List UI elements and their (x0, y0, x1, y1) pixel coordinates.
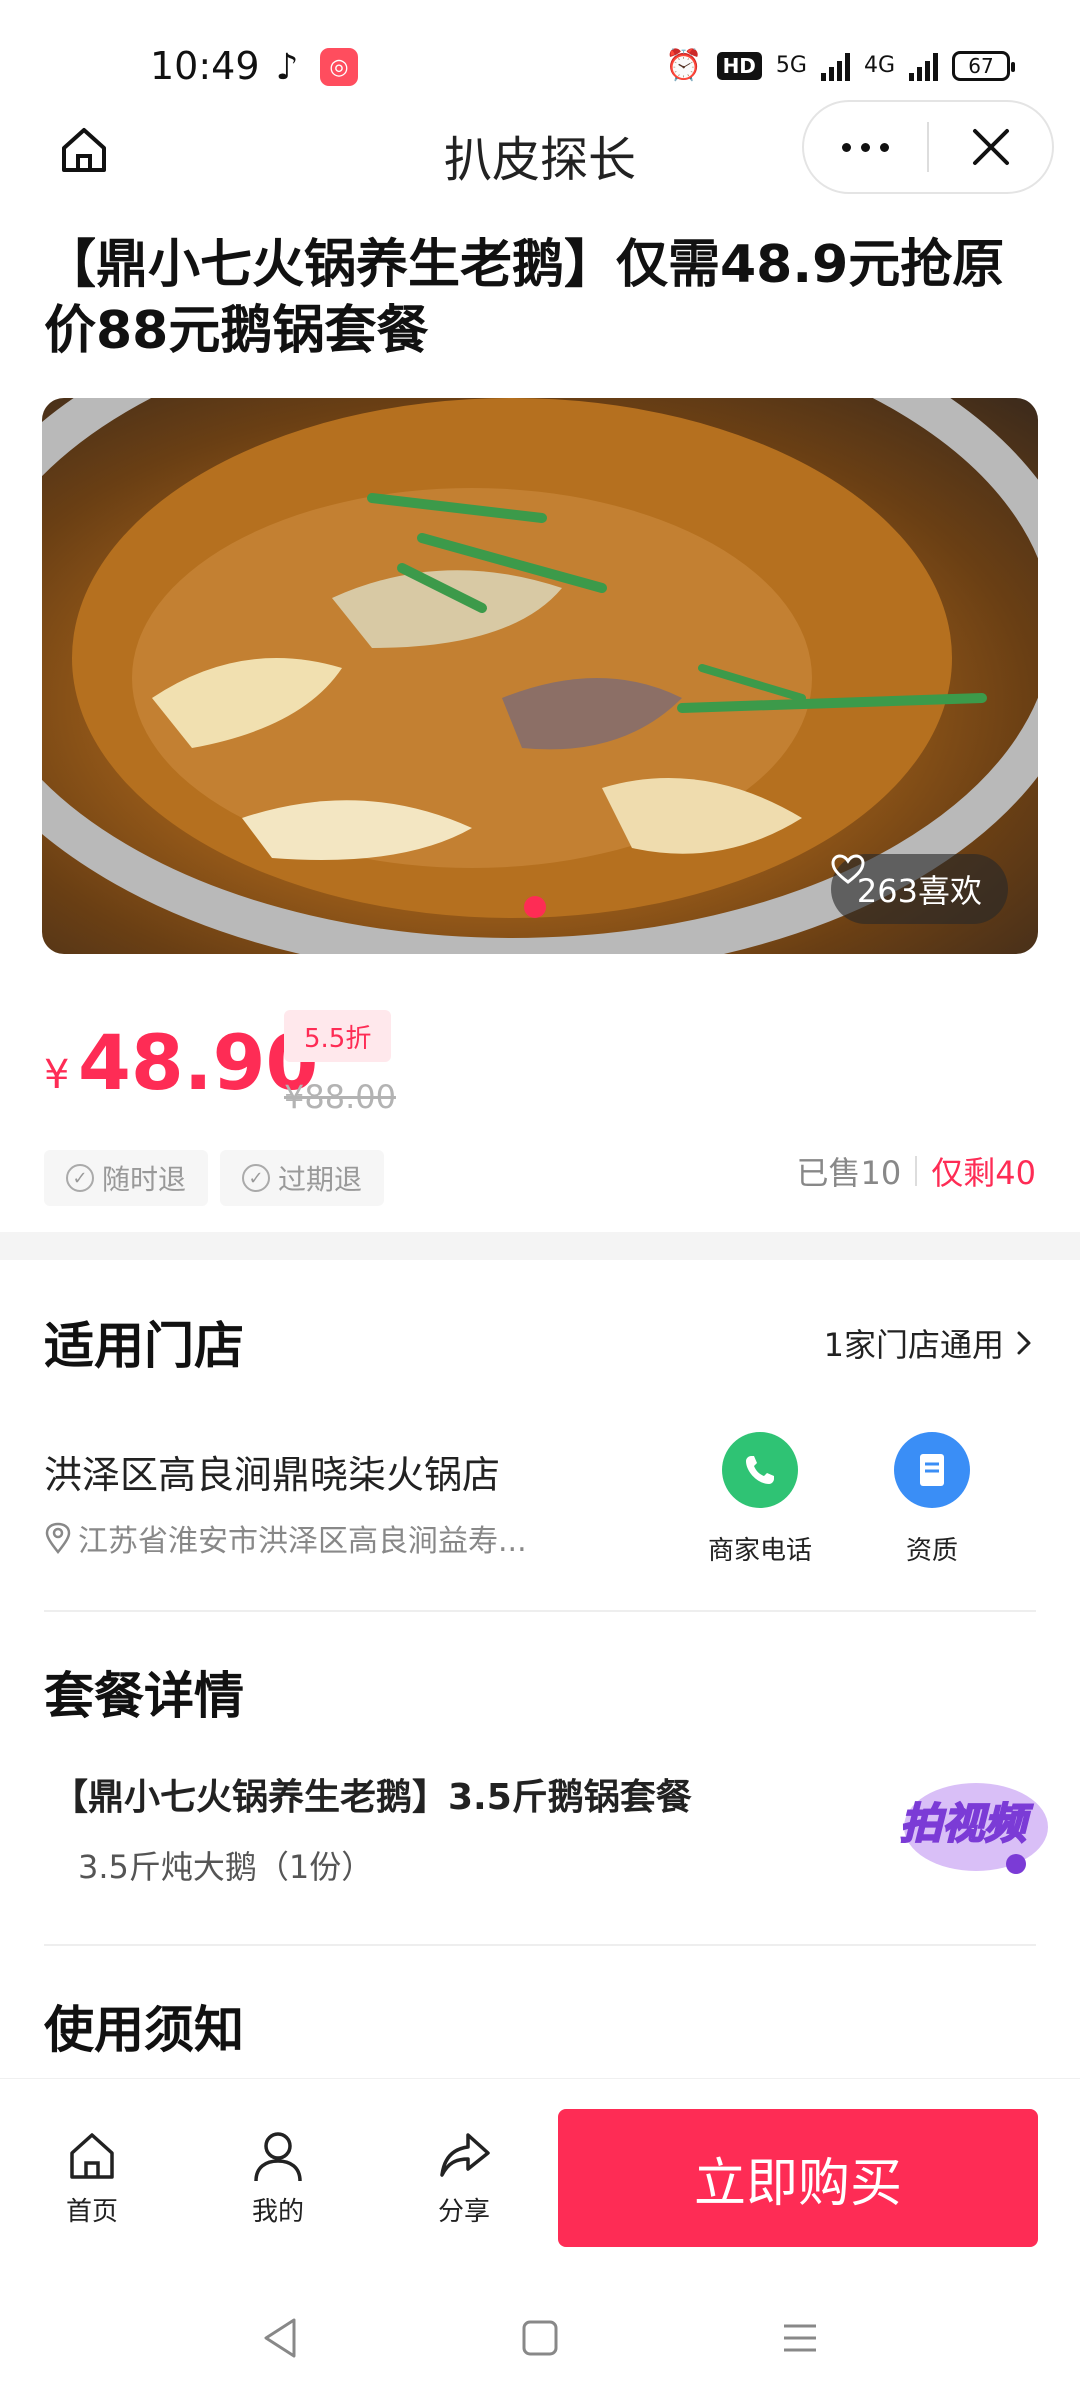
license-label: 资质 (905, 1536, 958, 1566)
package-name: 【鼎小七火锅养生老鹅】3.5斤鹅锅套餐 (52, 1777, 692, 1818)
mini-app-nav-bar: 扒皮探长 (0, 100, 1080, 200)
store-name[interactable]: 洪泽区高良涧鼎晓柒火锅店 (44, 1444, 500, 1499)
sales-divider (915, 1156, 918, 1186)
merchant-phone-button[interactable]: 商家电话 (670, 1432, 850, 1567)
signal-icon (820, 51, 850, 81)
check-circle-icon: ✓ (66, 1164, 94, 1192)
product-title: 【鼎小七火锅养生老鹅】仅需48.9元抢原价88元鹅锅套餐 (44, 235, 1005, 361)
share-label: 分享 (437, 2197, 490, 2227)
price-area: ¥ 48.90 5.5折 ¥88.00 (44, 1010, 1044, 1130)
share-icon (440, 2133, 490, 2177)
license-button[interactable]: 资质 (842, 1432, 1022, 1567)
bottom-action-bar: 首页 我的 分享 立即购买 (0, 2078, 1080, 2278)
home-tab[interactable]: 首页 (32, 2129, 152, 2228)
mine-tab[interactable]: 我的 (218, 2129, 338, 2228)
home-square-icon[interactable] (510, 2308, 570, 2368)
phone-label: 商家电话 (707, 1536, 812, 1566)
like-button[interactable]: 263喜欢 (830, 854, 1008, 924)
price-symbol: ¥ (44, 1052, 70, 1098)
document-icon (894, 1432, 970, 1508)
back-icon[interactable] (250, 2308, 310, 2368)
discount-badge: 5.5折 (284, 1010, 392, 1062)
battery-icon: 67 (952, 50, 1015, 81)
store-address-text: 江苏省淮安市洪泽区高良涧益寿... (78, 1524, 527, 1559)
store-count-link[interactable]: 1家门店通用 (824, 1320, 1036, 1366)
section-gap (0, 1232, 1080, 1260)
status-bar: 10:49 ♪ ◎ ⏰ HD 5G 4G 67 (0, 0, 1080, 100)
heart-icon (831, 854, 865, 884)
product-image[interactable]: 263喜欢 (42, 398, 1038, 954)
user-icon (254, 2132, 302, 2182)
price-value: 48.90 (78, 1018, 319, 1107)
signal-icon-2 (909, 51, 938, 81)
notice-section-title: 使用须知 (44, 2001, 244, 2059)
video-badge-label: 拍视频 (899, 1798, 1027, 1849)
app-icon: ◎ (320, 48, 358, 86)
carousel-dot-active (524, 896, 546, 918)
store-count-label: 1家门店通用 (823, 1326, 1004, 1364)
remaining-count: 仅剩40 (931, 1154, 1036, 1192)
like-count: 263喜欢 (856, 872, 982, 910)
tag-refund-expired: ✓ 过期退 (220, 1150, 385, 1206)
home-icon (70, 2133, 114, 2179)
package-section-title: 套餐详情 (44, 1667, 244, 1725)
divider (44, 1944, 1036, 1946)
network-4g-label: 4G (863, 53, 895, 78)
divider (44, 1610, 1036, 1612)
tag-label: 随时退 (102, 1163, 187, 1196)
sales-info: 已售10 仅剩40 (797, 1148, 1036, 1194)
check-circle-icon: ✓ (242, 1164, 271, 1192)
menu-icon[interactable] (770, 2308, 830, 2368)
status-indicators: ⏰ HD 5G 4G 67 (665, 48, 1015, 83)
buy-now-button[interactable]: 立即购买 (558, 2109, 1038, 2247)
tiktok-icon: ♪ (275, 46, 299, 88)
tag-refund-anytime: ✓ 随时退 (44, 1150, 209, 1206)
store-address[interactable]: 江苏省淮安市洪泽区高良涧益寿... (44, 1516, 527, 1560)
home-label: 首页 (65, 2197, 118, 2227)
phone-icon (722, 1432, 798, 1508)
mine-label: 我的 (251, 2197, 304, 2227)
system-nav-bar (0, 2278, 1080, 2400)
tag-label: 过期退 (278, 1163, 363, 1196)
network-5g-label: 5G (775, 53, 807, 78)
close-icon[interactable] (929, 102, 1052, 192)
more-button[interactable] (804, 102, 927, 192)
hd-icon: HD (716, 51, 762, 80)
share-tab[interactable]: 分享 (404, 2129, 524, 2228)
package-item: 3.5斤炖大鹅（1份） (78, 1848, 374, 1886)
location-pin-icon (45, 1522, 71, 1554)
alarm-icon: ⏰ (665, 48, 703, 83)
sold-count: 已售10 (796, 1154, 902, 1192)
shoot-video-badge[interactable]: 拍视频 (896, 1772, 1056, 1882)
stores-section-title: 适用门店 (44, 1317, 244, 1375)
chevron-right-icon (1017, 1331, 1031, 1355)
refund-tags: ✓ 随时退 ✓ 过期退 (44, 1150, 385, 1206)
original-price: ¥88.00 (284, 1078, 396, 1116)
status-time: 10:49 (150, 44, 260, 88)
mini-app-capsule (802, 100, 1054, 194)
